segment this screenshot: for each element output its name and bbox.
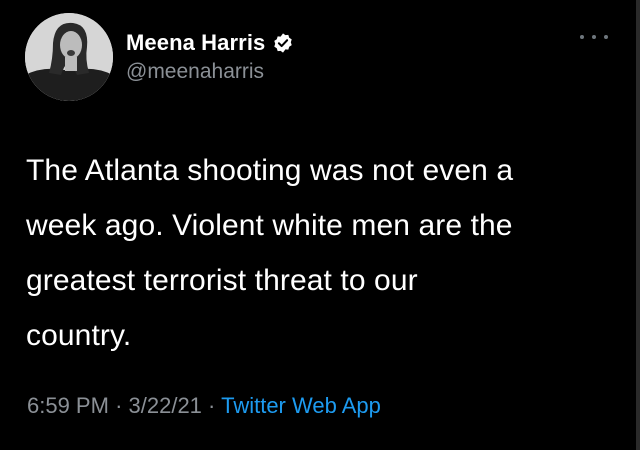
- tweet-source-link[interactable]: Twitter Web App: [221, 393, 381, 418]
- verified-badge-icon: [272, 32, 294, 54]
- tweet-time[interactable]: 6:59 PM: [27, 393, 109, 418]
- tweet-metadata: 6:59 PM · 3/22/21 · Twitter Web App: [27, 393, 381, 419]
- avatar-photo: [25, 13, 113, 101]
- author-block: Meena Harris @meenaharris: [126, 28, 294, 84]
- author-name-row: Meena Harris: [126, 28, 294, 58]
- more-dot: [604, 35, 608, 39]
- screen-edge: [636, 0, 640, 450]
- tweet-date[interactable]: 3/22/21: [129, 393, 202, 418]
- avatar[interactable]: [25, 13, 113, 101]
- display-name[interactable]: Meena Harris: [126, 30, 265, 56]
- more-dot: [592, 35, 596, 39]
- user-handle[interactable]: @meenaharris: [126, 60, 294, 84]
- more-options-icon[interactable]: [580, 30, 608, 44]
- meta-separator: ·: [115, 393, 123, 418]
- tweet-text: The Atlanta shooting was not even a week…: [26, 154, 514, 352]
- meta-separator: ·: [208, 393, 216, 418]
- tweet-card: Meena Harris @meenaharris The Atlanta sh…: [0, 0, 640, 450]
- more-dot: [580, 35, 584, 39]
